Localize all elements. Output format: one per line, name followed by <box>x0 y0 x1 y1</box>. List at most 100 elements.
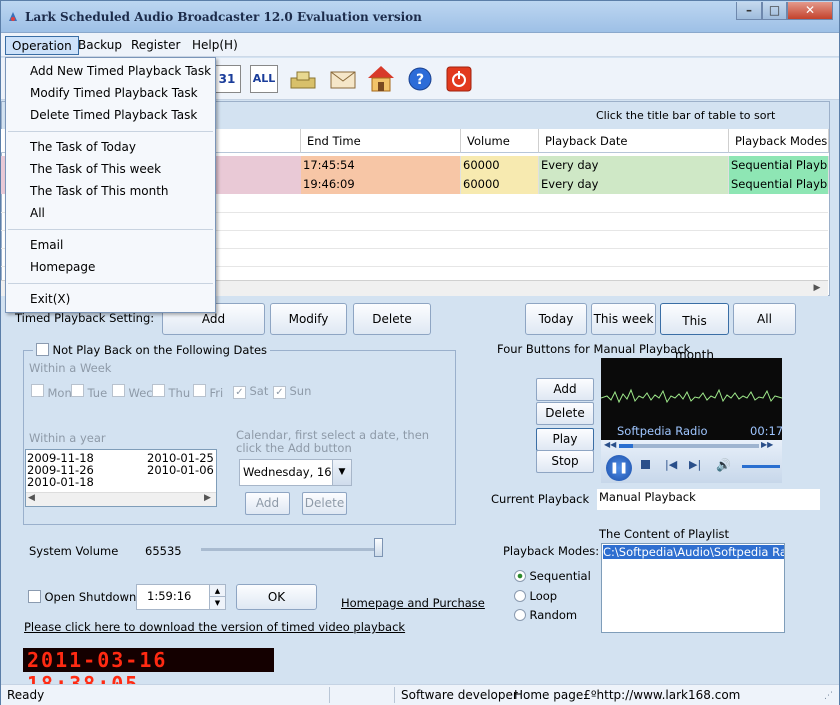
menu-item-task-week[interactable]: The Task of This week <box>30 159 161 179</box>
menu-item-task-month[interactable]: The Task of This month <box>30 181 169 201</box>
calendar-month-icon[interactable]: 31 <box>213 65 241 93</box>
manual-stop-button[interactable]: Stop <box>536 450 594 473</box>
app-icon <box>9 12 17 21</box>
scroll-right-arrow-icon[interactable]: ▶ <box>204 493 211 503</box>
menu-item-exit[interactable]: Exit(X) <box>30 289 70 309</box>
system-volume-slider[interactable] <box>374 538 384 557</box>
rewind-icon[interactable]: ◀◀ <box>604 440 616 449</box>
power-icon[interactable] <box>446 66 472 92</box>
homepage-purchase-link[interactable]: Homepage and Purchase <box>341 596 485 610</box>
email-icon[interactable] <box>328 66 358 92</box>
help-icon[interactable]: ? <box>407 66 433 92</box>
maximize-button[interactable]: □ <box>762 2 787 20</box>
minimize-button[interactable]: – <box>736 2 762 20</box>
stop-icon[interactable] <box>641 460 650 469</box>
playlist-label: The Content of Playlist <box>599 527 730 541</box>
timed-delete-button[interactable]: Delete <box>353 303 431 335</box>
menu-item-homepage[interactable]: Homepage <box>30 257 95 277</box>
manual-play-button[interactable]: Play <box>536 428 594 451</box>
radio-label: Loop <box>529 589 558 603</box>
manual-add-button[interactable]: Add <box>536 378 594 401</box>
menu-register[interactable]: Register <box>125 36 186 55</box>
year-dates-list[interactable]: 2009-11-18 2010-01-25 2009-11-26 2010-01… <box>25 449 217 507</box>
shutdown-ok-button[interactable]: OK <box>236 584 317 610</box>
current-playback-field[interactable]: Manual Playback <box>597 489 820 510</box>
list-horizontal-scrollbar[interactable]: ◀ ▶ <box>26 492 216 506</box>
column-header-volume[interactable]: Volume <box>461 129 539 153</box>
cell-volume: 60000 <box>461 156 539 175</box>
mode-random-radio[interactable]: Random <box>514 608 577 622</box>
open-shutdown-checkbox[interactable]: Open Shutdown <box>28 590 136 604</box>
calendar-hint: Calendar, first select a date, then clic… <box>236 428 430 455</box>
timed-modify-button[interactable]: Modify <box>270 303 347 335</box>
title-bar[interactable]: Lark Scheduled Audio Broadcaster 12.0 Ev… <box>1 1 839 33</box>
close-button[interactable]: ✕ <box>787 2 833 20</box>
mode-sequential-radio[interactable]: Sequential <box>514 569 591 583</box>
mode-loop-radio[interactable]: Loop <box>514 589 557 603</box>
today-button[interactable]: Today <box>525 303 587 335</box>
day-label: Sat <box>249 384 269 398</box>
player-controls: ◀◀ ▶▶ ❚❚ |◀ ▶| 🔊 <box>601 440 782 483</box>
pause-icon[interactable]: ❚❚ <box>606 455 632 481</box>
date-add-button[interactable]: Add <box>245 492 290 515</box>
menu-item-email[interactable]: Email <box>30 235 63 255</box>
menu-backup[interactable]: Backup <box>72 36 128 55</box>
day-checkbox-tue[interactable]: Tue <box>71 384 107 400</box>
system-volume-value: 65535 <box>145 544 182 558</box>
fast-forward-icon[interactable]: ▶▶ <box>761 440 773 449</box>
audio-waveform <box>601 388 782 404</box>
speaker-icon[interactable]: 🔊 <box>716 458 731 472</box>
day-checkbox-fri[interactable]: Fri <box>193 384 223 400</box>
day-checkbox-sat[interactable]: ✓ Sat <box>233 384 268 399</box>
playlist-list[interactable]: C:\Softpedia\Audio\Softpedia Radio.m <box>601 543 785 633</box>
this-month-button[interactable]: This month <box>660 303 729 362</box>
manual-delete-button[interactable]: Delete <box>536 402 594 425</box>
day-checkbox-sun[interactable]: ✓ Sun <box>273 384 311 399</box>
within-year-label: Within a year <box>29 431 106 445</box>
playlist-item[interactable]: C:\Softpedia\Audio\Softpedia Radio.m <box>603 545 784 559</box>
column-header-playback-modes[interactable]: Playback Modes <box>729 129 829 153</box>
day-label: Fri <box>209 386 224 400</box>
list-item[interactable]: 2010-01-06 <box>147 463 214 477</box>
menu-item-modify-task[interactable]: Modify Timed Playback Task <box>30 83 198 103</box>
all-button[interactable]: All <box>733 303 796 335</box>
menu-operation[interactable]: Operation <box>5 36 79 55</box>
player-volume-slider[interactable] <box>742 465 780 468</box>
seek-progress <box>619 444 633 448</box>
date-delete-button[interactable]: Delete <box>302 492 347 515</box>
not-play-dates-checkbox[interactable]: Not Play Back on the Following Dates <box>33 343 271 357</box>
scroll-right-arrow-icon[interactable]: ▶ <box>809 281 825 296</box>
within-week-label: Within a Week <box>29 361 112 375</box>
checkbox-box[interactable] <box>36 343 49 356</box>
date-picker[interactable]: Wednesday, 16 ▼ <box>239 459 352 486</box>
menu-item-add-task[interactable]: Add New Timed Playback Task <box>30 61 211 81</box>
spin-down-icon[interactable]: ▼ <box>209 597 225 609</box>
menu-item-all[interactable]: All <box>30 203 45 223</box>
scroll-left-arrow-icon[interactable]: ◀ <box>28 493 35 503</box>
menu-item-task-today[interactable]: The Task of Today <box>30 137 136 157</box>
seek-track[interactable] <box>619 444 759 448</box>
download-video-version-link[interactable]: Please click here to download the versio… <box>24 620 405 634</box>
day-checkbox-wed[interactable]: Wec <box>112 384 153 400</box>
previous-icon[interactable]: |◀ <box>665 458 677 471</box>
list-item[interactable]: 2010-01-18 <box>27 475 94 489</box>
day-checkbox-thu[interactable]: Thu <box>152 384 190 400</box>
this-week-button[interactable]: This week <box>591 303 656 335</box>
all-tasks-icon[interactable]: ALL <box>250 65 278 93</box>
chevron-down-icon[interactable]: ▼ <box>332 460 351 485</box>
money-icon[interactable] <box>288 66 318 92</box>
shutdown-time-input[interactable]: 1:59:16 ▲ ▼ <box>136 584 226 610</box>
next-icon[interactable]: ▶| <box>689 458 701 471</box>
column-header-end-time[interactable]: End Time <box>301 129 461 153</box>
system-volume-track[interactable] <box>201 548 381 551</box>
column-header-playback-date[interactable]: Playback Date <box>539 129 729 153</box>
menu-help[interactable]: Help(H) <box>186 36 244 55</box>
radio-label: Sequential <box>529 569 591 583</box>
resize-grip-icon[interactable]: ⋰ <box>824 691 836 703</box>
menu-item-delete-task[interactable]: Delete Timed Playback Task <box>30 105 197 125</box>
svg-text:?: ? <box>416 72 424 88</box>
home-icon[interactable] <box>365 63 397 93</box>
spin-up-icon[interactable]: ▲ <box>209 585 225 597</box>
operation-dropdown-menu: Add New Timed Playback Task Modify Timed… <box>5 57 216 313</box>
day-checkbox-mon[interactable]: Mon <box>31 384 72 400</box>
